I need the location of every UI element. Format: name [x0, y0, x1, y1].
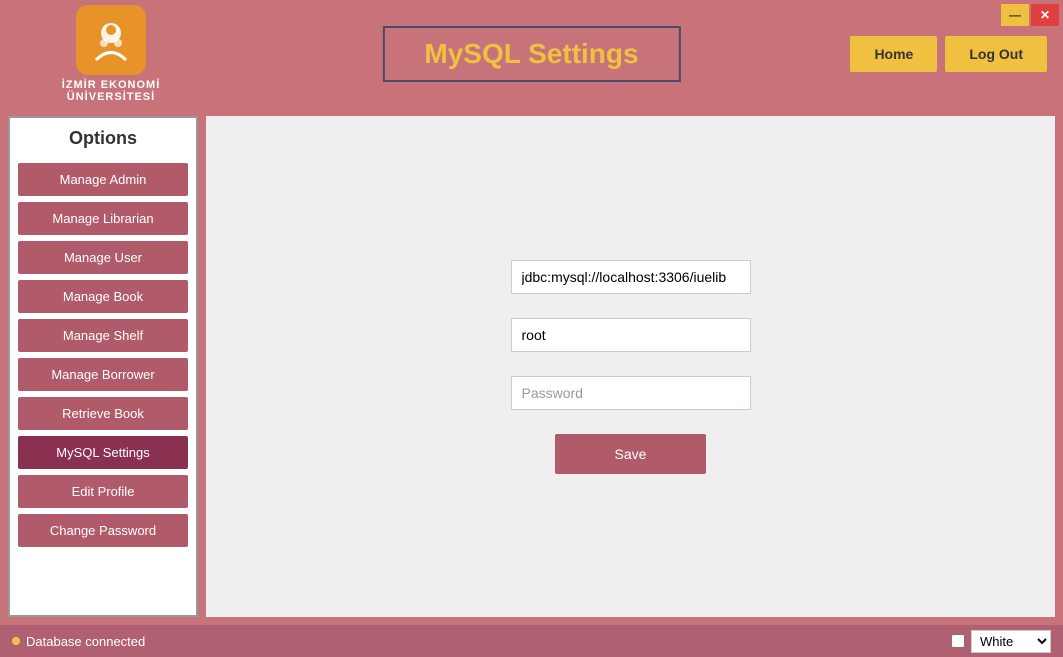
status-text: Database connected	[26, 634, 145, 649]
home-button[interactable]: Home	[850, 36, 937, 72]
sidebar-item-manage-shelf[interactable]: Manage Shelf	[18, 319, 188, 352]
content-area: Save	[206, 116, 1055, 617]
sidebar-item-retrieve-book[interactable]: Retrieve Book	[18, 397, 188, 430]
sidebar-title: Options	[18, 128, 188, 149]
sidebar-item-manage-admin[interactable]: Manage Admin	[18, 163, 188, 196]
minimize-button[interactable]: —	[1001, 4, 1029, 26]
statusbar: Database connected White	[0, 625, 1063, 657]
header: İZMİR EKONOMİ ÜNİVERSİTESİ MySQL Setting…	[0, 0, 1063, 108]
sidebar-item-edit-profile[interactable]: Edit Profile	[18, 475, 188, 508]
sidebar: Options Manage Admin Manage Librarian Ma…	[8, 116, 198, 617]
status-area: Database connected	[12, 634, 145, 649]
sidebar-item-manage-user[interactable]: Manage User	[18, 241, 188, 274]
sidebar-item-mysql-settings[interactable]: MySQL Settings	[18, 436, 188, 469]
sidebar-item-manage-librarian[interactable]: Manage Librarian	[18, 202, 188, 235]
sidebar-item-manage-borrower[interactable]: Manage Borrower	[18, 358, 188, 391]
db-username-input[interactable]	[511, 318, 751, 352]
page-title-box: MySQL Settings	[382, 26, 680, 82]
theme-selector: White	[951, 630, 1051, 653]
db-password-input[interactable]	[511, 376, 751, 410]
sidebar-item-change-password[interactable]: Change Password	[18, 514, 188, 547]
university-logo	[76, 5, 146, 75]
university-name: İZMİR EKONOMİ ÜNİVERSİTESİ	[16, 79, 206, 103]
main-area: Options Manage Admin Manage Librarian Ma…	[0, 108, 1063, 625]
header-buttons: Home Log Out	[850, 36, 1047, 72]
page-title: MySQL Settings	[424, 38, 638, 69]
db-url-input[interactable]	[511, 260, 751, 294]
theme-checkbox[interactable]	[951, 634, 965, 648]
logout-button[interactable]: Log Out	[945, 36, 1047, 72]
save-button[interactable]: Save	[555, 434, 707, 474]
sidebar-item-manage-book[interactable]: Manage Book	[18, 280, 188, 313]
status-indicator	[12, 637, 20, 645]
logo-area: İZMİR EKONOMİ ÜNİVERSİTESİ	[16, 5, 206, 103]
theme-dropdown[interactable]: White	[971, 630, 1051, 653]
close-button[interactable]: ✕	[1031, 4, 1059, 26]
titlebar: — ✕	[1001, 0, 1063, 26]
